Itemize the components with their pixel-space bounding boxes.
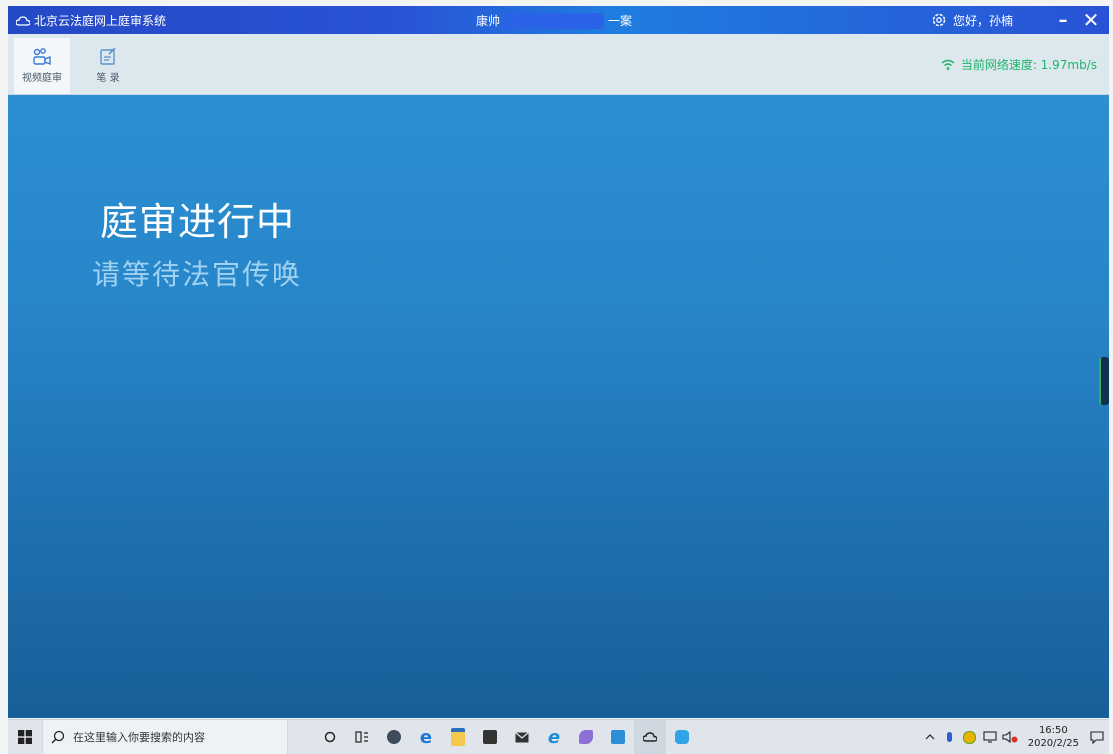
title-left: 北京云法庭网上庭审系统	[16, 12, 166, 29]
windows-icon	[18, 730, 32, 744]
toolbar: 视频庭审 笔 录 当前网络速度: 1.97mb/s	[8, 34, 1109, 95]
edge-icon[interactable]: e	[410, 720, 442, 754]
video-stage: 庭审进行中 请等待法官传唤	[8, 95, 1109, 718]
video-court-icon	[33, 48, 51, 66]
notification-icon[interactable]	[1085, 720, 1109, 754]
chevron-up-icon[interactable]	[922, 729, 938, 745]
store-icon[interactable]	[474, 720, 506, 754]
gear-icon[interactable]	[931, 12, 947, 28]
user-greeting: 您好，孙楠	[952, 13, 1013, 28]
search-icon	[51, 730, 65, 744]
clock-time: 16:50	[1038, 725, 1068, 736]
app-window: 北京云法庭网上庭审系统 康帅 一案 您好，孙楠 – ✕ 视频庭审 笔 录 当前网…	[8, 6, 1109, 718]
wifi-icon	[941, 59, 955, 70]
search-placeholder: 在这里输入你要搜索的内容	[73, 731, 205, 744]
microphone-icon[interactable]	[942, 729, 958, 745]
app-title: 北京云法庭网上庭审系统	[34, 14, 167, 28]
close-button[interactable]: ✕	[1077, 6, 1105, 34]
case-name-left: 康帅	[476, 14, 501, 28]
taskbar-clock[interactable]: 16:50 2020/2/25	[1028, 724, 1079, 750]
file-explorer-icon[interactable]	[442, 720, 474, 754]
windows-taskbar: 在这里输入你要搜索的内容 e e 16:50 2020/2/25	[8, 719, 1109, 754]
cloud-court-icon[interactable]	[634, 720, 666, 754]
start-button[interactable]	[8, 720, 42, 754]
system-tray: 16:50 2020/2/25	[920, 720, 1109, 754]
redacted-block	[504, 12, 605, 29]
ie-icon[interactable]: e	[538, 720, 570, 754]
task-view-icon[interactable]	[346, 720, 378, 754]
paint-icon[interactable]	[570, 720, 602, 754]
security-icon[interactable]	[962, 729, 978, 745]
network-icon[interactable]	[982, 729, 998, 745]
tool-notes-label: 笔 录	[96, 73, 120, 84]
app-icon[interactable]	[378, 720, 410, 754]
cortana-icon[interactable]	[314, 720, 346, 754]
side-drag-handle[interactable]	[1099, 357, 1109, 405]
browser-icon[interactable]	[666, 720, 698, 754]
network-speed: 当前网络速度: 1.97mb/s	[941, 56, 1097, 73]
notes-icon	[100, 48, 116, 65]
tool-video-court[interactable]: 视频庭审	[14, 38, 70, 94]
status-subtitle: 请等待法官传唤	[92, 258, 303, 291]
minimize-button[interactable]: –	[1049, 6, 1077, 34]
taskbar-search[interactable]: 在这里输入你要搜索的内容	[42, 720, 288, 754]
clock-date: 2020/2/25	[1027, 738, 1079, 749]
title-right: 您好，孙楠 – ✕	[931, 6, 1109, 34]
network-speed-label: 当前网络速度: 1.97mb/s	[960, 58, 1097, 72]
volume-muted-icon[interactable]	[1002, 729, 1018, 745]
status-title: 庭审进行中	[100, 200, 296, 244]
case-name-right: 一案	[608, 14, 633, 28]
title-bar: 北京云法庭网上庭审系统 康帅 一案 您好，孙楠 – ✕	[8, 6, 1109, 34]
tool-notes[interactable]: 笔 录	[80, 38, 136, 94]
cloud-logo-icon	[16, 15, 30, 26]
tool-video-court-label: 视频庭审	[22, 73, 62, 84]
taskbar-apps: e e	[314, 720, 698, 754]
photos-icon[interactable]	[602, 720, 634, 754]
case-title: 康帅 一案	[476, 12, 632, 29]
mail-icon[interactable]	[506, 720, 538, 754]
